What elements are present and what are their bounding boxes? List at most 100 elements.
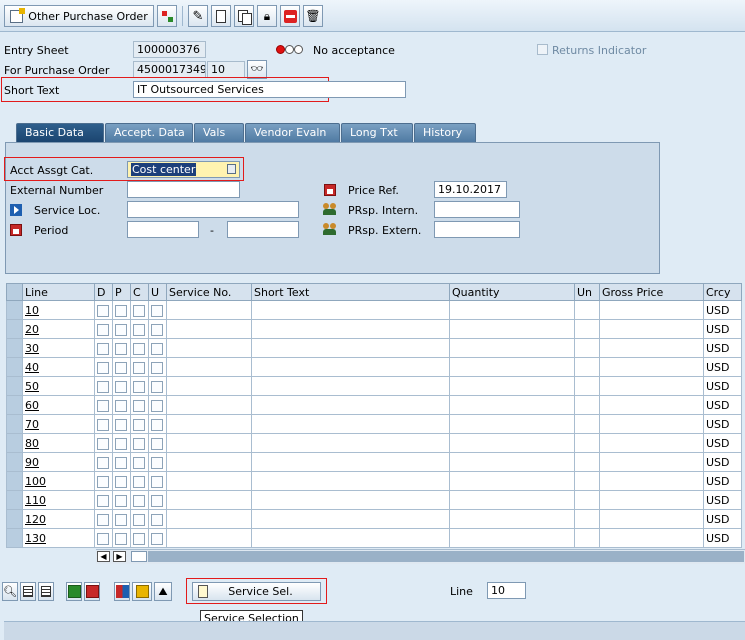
column-header-currency[interactable]: Crcy [703, 283, 742, 301]
trash-button[interactable]: 🗑︎ [303, 5, 323, 27]
line-number-link[interactable]: 130 [22, 528, 95, 548]
service-loc-field[interactable] [127, 201, 299, 218]
checkbox-u[interactable] [148, 376, 167, 396]
quantity-cell[interactable] [449, 357, 575, 377]
acct-assgt-select[interactable]: Cost center [127, 161, 240, 178]
gross-price-cell[interactable] [599, 300, 704, 320]
unit-cell[interactable] [574, 376, 600, 396]
checkbox-c[interactable] [130, 471, 149, 491]
gross-price-cell[interactable] [599, 471, 704, 491]
column-header-p[interactable]: P [112, 283, 131, 301]
short-text-cell[interactable] [251, 471, 450, 491]
edit-button[interactable]: ✎ [188, 5, 208, 27]
checkbox-d-box[interactable] [97, 342, 109, 355]
checkbox-c[interactable] [130, 300, 149, 320]
checkbox-c[interactable] [130, 357, 149, 377]
row-selector[interactable] [6, 338, 23, 358]
short-text-cell[interactable] [251, 509, 450, 529]
currency-cell[interactable]: USD [703, 338, 742, 358]
service-sel-button[interactable]: Service Sel. [192, 582, 321, 601]
checkbox-u-box[interactable] [151, 304, 163, 317]
checkbox-d-box[interactable] [97, 361, 109, 374]
adjust-button[interactable]: ⛰︎ [154, 582, 172, 601]
checkbox-c[interactable] [130, 319, 149, 339]
checkbox-c[interactable] [130, 376, 149, 396]
row-selector[interactable] [6, 452, 23, 472]
quantity-cell[interactable] [449, 471, 575, 491]
other-purchase-order-button[interactable]: Other Purchase Order [4, 5, 154, 27]
checkbox-p[interactable] [112, 471, 131, 491]
table-scrollbar[interactable]: ◀ ▶ [96, 549, 745, 564]
tab-vals[interactable]: Vals [194, 123, 244, 142]
checkbox-u[interactable] [148, 414, 167, 434]
period-to-field[interactable] [227, 221, 299, 238]
checkbox-p[interactable] [112, 300, 131, 320]
checkbox-u-box[interactable] [151, 456, 163, 469]
tab-basic-data[interactable]: Basic Data [16, 123, 104, 142]
checkbox-u[interactable] [148, 395, 167, 415]
details-button[interactable] [20, 582, 36, 601]
unit-cell[interactable] [574, 357, 600, 377]
checkbox-d[interactable] [94, 452, 113, 472]
line-number-link[interactable]: 20 [22, 319, 95, 339]
period-from-field[interactable] [127, 221, 199, 238]
currency-cell[interactable]: USD [703, 357, 742, 377]
short-text-cell[interactable] [251, 490, 450, 510]
table-row[interactable]: 100 USD [6, 471, 742, 491]
line-number-link[interactable]: 70 [22, 414, 95, 434]
unit-cell[interactable] [574, 433, 600, 453]
currency-cell[interactable]: USD [703, 376, 742, 396]
checkbox-d-box[interactable] [97, 304, 109, 317]
row-selector[interactable] [6, 433, 23, 453]
line-number-link[interactable]: 10 [22, 300, 95, 320]
checkbox-u[interactable] [148, 319, 167, 339]
service-no-cell[interactable] [166, 395, 252, 415]
gross-price-cell[interactable] [599, 319, 704, 339]
short-text-field[interactable]: IT Outsourced Services [133, 81, 406, 98]
row-selector[interactable] [6, 357, 23, 377]
create-button[interactable] [211, 5, 231, 27]
checkbox-u-box[interactable] [151, 361, 163, 374]
table-row[interactable]: 80 USD [6, 433, 742, 453]
unit-cell[interactable] [574, 300, 600, 320]
checkbox-d[interactable] [94, 376, 113, 396]
checkbox-u-box[interactable] [151, 380, 163, 393]
short-text-cell[interactable] [251, 338, 450, 358]
short-text-cell[interactable] [251, 395, 450, 415]
prsp-extern-field[interactable] [434, 221, 520, 238]
insert-line-button[interactable] [66, 582, 82, 601]
service-no-cell[interactable] [166, 319, 252, 339]
prsp-intern-field[interactable] [434, 201, 520, 218]
column-header-short-text[interactable]: Short Text [251, 283, 450, 301]
checkbox-u[interactable] [148, 338, 167, 358]
column-header-unit[interactable]: Un [574, 283, 600, 301]
checkbox-p-box[interactable] [115, 437, 127, 450]
row-selector[interactable] [6, 395, 23, 415]
unit-cell[interactable] [574, 490, 600, 510]
table-row[interactable]: 30 USD [6, 338, 742, 358]
row-selector[interactable] [6, 471, 23, 491]
column-header-c[interactable]: C [130, 283, 149, 301]
po-number-field[interactable]: 4500017349 [133, 61, 206, 78]
currency-cell[interactable]: USD [703, 471, 742, 491]
checkbox-d[interactable] [94, 509, 113, 529]
gross-price-cell[interactable] [599, 433, 704, 453]
checkbox-c[interactable] [130, 395, 149, 415]
gross-price-cell[interactable] [599, 509, 704, 529]
checkbox-d-box[interactable] [97, 532, 109, 545]
tab-long-txt[interactable]: Long Txt [341, 123, 413, 142]
quantity-cell[interactable] [449, 300, 575, 320]
checkbox-c[interactable] [130, 433, 149, 453]
checkbox-p-box[interactable] [115, 494, 127, 507]
delete-button[interactable] [280, 5, 300, 27]
checkbox-p[interactable] [112, 452, 131, 472]
checkbox-d[interactable] [94, 300, 113, 320]
checkbox-d[interactable] [94, 490, 113, 510]
quantity-cell[interactable] [449, 414, 575, 434]
checkbox-u[interactable] [148, 490, 167, 510]
copy-button[interactable] [234, 5, 254, 27]
checkbox-d[interactable] [94, 319, 113, 339]
row-selector[interactable] [6, 376, 23, 396]
unit-cell[interactable] [574, 414, 600, 434]
checkbox-u-box[interactable] [151, 475, 163, 488]
